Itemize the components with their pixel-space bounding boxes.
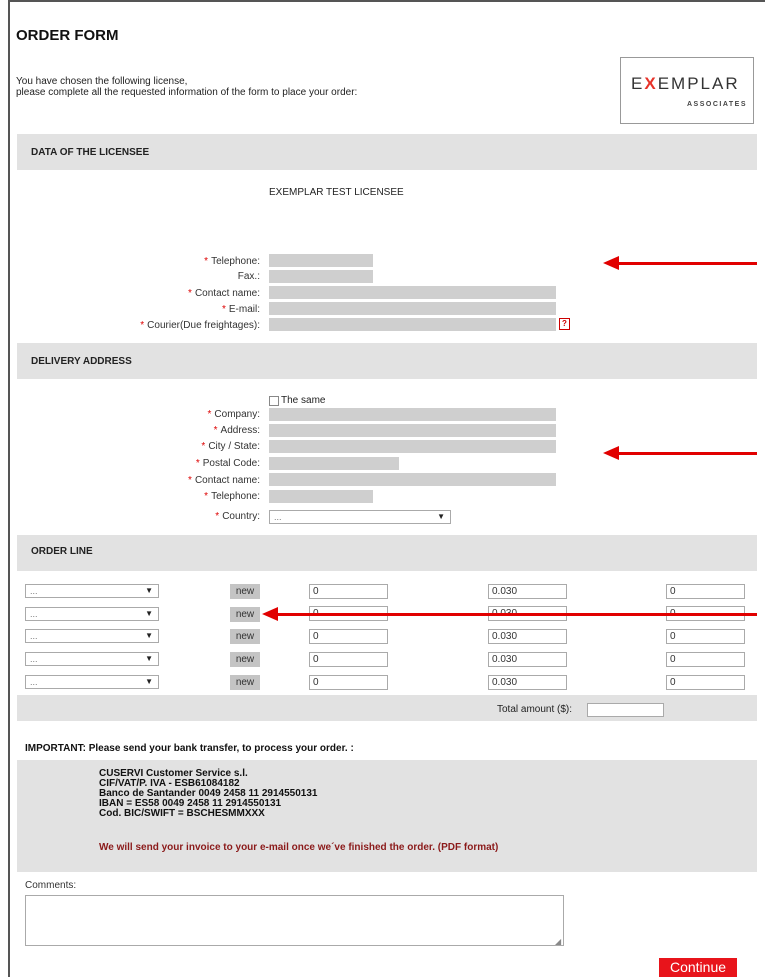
annotation-arrow-icon [262,607,757,621]
new-button[interactable]: new [230,629,260,644]
section-title-delivery: DELIVERY ADDRESS [31,356,132,367]
product-select[interactable]: ... ▼ [25,607,159,621]
section-order-line: ORDER LINE [17,535,757,571]
section-licensee: DATA OF THE LICENSEE [17,134,757,170]
new-button[interactable]: new [230,675,260,690]
line-total-input[interactable]: 0 [666,652,745,667]
contact-name-field[interactable] [269,286,556,299]
label-contact-name: * Contact name: [188,288,260,299]
section-title-licensee: DATA OF THE LICENSEE [31,147,150,158]
intro-line-1: You have chosen the following license, [16,76,188,87]
chevron-down-icon: ▼ [145,586,153,595]
delivery-contact-field[interactable] [269,473,556,486]
resize-handle-icon[interactable]: ◢ [555,937,561,946]
logo-text: EXEMPLAR [631,74,740,93]
address-field[interactable] [269,424,556,437]
label-address: * Address: [213,425,260,436]
new-button[interactable]: new [230,607,260,622]
chevron-down-icon: ▼ [145,654,153,663]
total-amount-label: Total amount ($): [497,704,573,715]
label-country: * Country: [215,511,260,522]
postal-code-field[interactable] [269,457,399,470]
company-field[interactable] [269,408,556,421]
chevron-down-icon: ▼ [145,677,153,686]
chevron-down-icon: ▼ [145,609,153,618]
bank-line: Cod. BIC/SWIFT = BSCHESMMXXX [99,808,265,819]
label-company: * Company: [207,409,260,420]
chevron-down-icon: ▼ [145,631,153,640]
quantity-input[interactable]: 0 [309,584,388,599]
price-input[interactable]: 0.030 [488,675,567,690]
quantity-input[interactable]: 0 [309,652,388,667]
total-amount-input[interactable] [587,703,664,717]
price-input[interactable]: 0.030 [488,584,567,599]
email-field[interactable] [269,302,556,315]
delivery-telephone-field[interactable] [269,490,373,503]
logo-subtitle: ASSOCIATES [687,101,747,108]
new-button[interactable]: new [230,652,260,667]
bank-details-panel: CUSERVI Customer Service s.l. CIF/VAT/P.… [17,760,757,872]
label-courier: * Courier(Due freightages): [140,320,260,331]
product-select[interactable]: ... ▼ [25,675,159,689]
section-delivery: DELIVERY ADDRESS [17,343,757,379]
product-select[interactable]: ... ▼ [25,629,159,643]
same-address-label: The same [281,395,326,406]
fax-field[interactable] [269,270,373,283]
label-telephone: * Telephone: [204,256,260,267]
new-button[interactable]: new [230,584,260,599]
section-title-order-line: ORDER LINE [31,546,93,557]
product-select[interactable]: ... ▼ [25,584,159,598]
line-total-input[interactable]: 0 [666,675,745,690]
logo-wordmark: EXEMPLAR [631,74,740,94]
line-total-input[interactable]: 0 [666,629,745,644]
telephone-field[interactable] [269,254,373,267]
invoice-note: We will send your invoice to your e-mail… [99,842,499,853]
continue-button[interactable]: Continue [659,958,737,977]
important-notice: IMPORTANT: Please send your bank transfe… [25,743,354,754]
intro-text: You have chosen the following license, p… [16,76,357,98]
annotation-arrow-icon [603,256,757,270]
quantity-input[interactable]: 0 [309,629,388,644]
courier-field[interactable] [269,318,556,331]
price-input[interactable]: 0.030 [488,652,567,667]
label-email: * E-mail: [221,304,260,315]
quantity-input[interactable]: 0 [309,675,388,690]
total-amount-bar: Total amount ($): [17,695,757,721]
chevron-down-icon: ▼ [437,512,445,521]
label-postal-code: * Postal Code: [195,458,260,469]
intro-line-2: please complete all the requested inform… [16,87,358,98]
product-select[interactable]: ... ▼ [25,652,159,666]
label-fax: Fax.: [237,271,260,282]
logo-x-icon: X [644,74,658,93]
same-address-option[interactable]: The same [269,395,325,406]
exemplar-logo: EXEMPLAR ASSOCIATES [620,57,754,124]
price-input[interactable]: 0.030 [488,629,567,644]
licensee-name: EXEMPLAR TEST LICENSEE [269,187,404,198]
label-delivery-telephone: * Telephone: [204,491,260,502]
line-total-input[interactable]: 0 [666,584,745,599]
label-delivery-contact: * Contact name: [188,475,260,486]
same-address-checkbox[interactable] [269,395,279,406]
help-icon[interactable]: ? [559,318,570,330]
page-title: ORDER FORM [16,27,119,44]
city-state-field[interactable] [269,440,556,453]
comments-label: Comments: [25,880,77,891]
comments-textarea[interactable] [25,895,564,946]
label-city-state: * City / State: [201,441,260,452]
country-select[interactable]: ... ▼ [269,510,451,524]
annotation-arrow-icon [603,446,757,460]
